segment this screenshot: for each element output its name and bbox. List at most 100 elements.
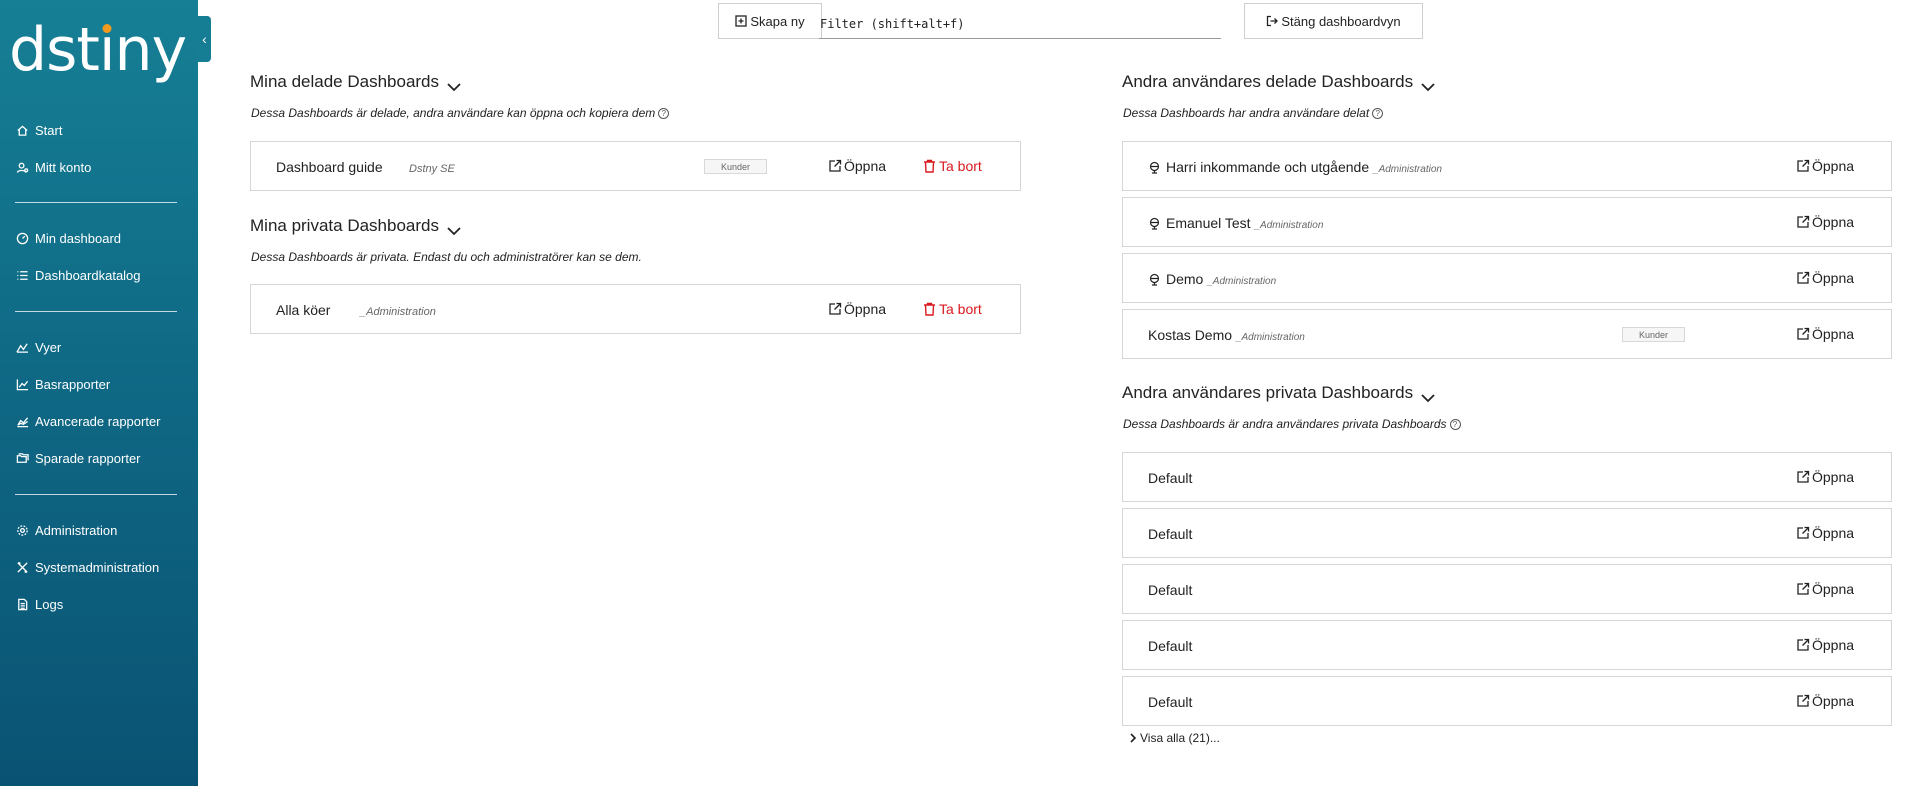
others-private-dashboards-heading[interactable]: Andra användares privata Dashboards [1122,383,1436,403]
logo-text-end: ny [114,15,188,85]
chevron-down-icon [1420,77,1436,92]
globe-icon [1148,217,1161,230]
dashboard-row: Demo _Administration Öppna [1122,253,1892,303]
section-title: Mina delade Dashboards [250,72,440,91]
sidebar-item-systemadministration[interactable]: Systemadministration [0,549,198,586]
sidebar-item-start[interactable]: Start [0,112,198,149]
chevron-left-icon: ‹ [202,31,207,47]
open-button[interactable]: Öppna [828,301,886,317]
logo-dot-letter: ı [99,14,116,86]
dashboard-row: Default Öppna [1122,676,1892,726]
sidebar-divider [15,494,177,495]
dashboard-owner: _Administration [1235,332,1305,343]
open-button[interactable]: Öppna [1796,326,1854,342]
open-button[interactable]: Öppna [1796,158,1854,174]
open-button[interactable]: Öppna [1796,581,1854,597]
dashboard-row: Harri inkommande och utgående _Administr… [1122,141,1892,191]
dashboard-owner: Dstny SE [409,163,455,175]
sidebar-collapse-button[interactable]: ‹ [198,16,211,62]
open-label: Öppna [1812,469,1855,485]
nav-group-admin: Administration Systemadministration Logs [0,512,198,623]
dashboard-name: Default [1148,526,1193,542]
delete-button[interactable]: Ta bort [923,301,982,317]
dashboard-name: Harri inkommande och utgående [1166,159,1370,175]
nav-group-account: Start Mitt konto [0,112,198,186]
open-label: Öppna [1812,525,1855,541]
sidebar-item-dashboardkatalog[interactable]: Dashboardkatalog [0,257,198,294]
open-button[interactable]: Öppna [828,158,886,174]
nav-group-dashboards: Min dashboard Dashboardkatalog [0,220,198,294]
dashboard-name: Demo [1166,271,1204,287]
open-button[interactable]: Öppna [1796,469,1854,485]
sidebar-divider [15,202,177,203]
dashboard-name-line: Emanuel Test _Administration [1148,215,1323,231]
external-link-icon [829,302,842,315]
open-label: Öppna [844,301,887,317]
section-title: Mina privata Dashboards [250,216,439,235]
open-label: Öppna [1812,326,1855,342]
dashboard-owner: _Administration [1207,276,1277,287]
sidebar-item-label: Basrapporter [35,377,111,392]
dashboard-name: Default [1148,638,1193,654]
my-private-dashboards-heading[interactable]: Mina privata Dashboards [250,216,462,236]
dashboard-owner: _Administration [1254,220,1324,231]
sidebar-item-sparade-rapporter[interactable]: Sparade rapporter [0,440,198,477]
open-button[interactable]: Öppna [1796,214,1854,230]
sidebar-item-administration[interactable]: Administration [0,512,198,549]
external-link-icon [1797,470,1810,483]
dashboard-owner: _Administration [1373,164,1442,175]
section-description: Dessa Dashboards är privata. Endast du o… [251,250,642,264]
sidebar-item-logs[interactable]: Logs [0,586,198,623]
filter-input[interactable] [819,9,1221,39]
external-link-icon [1797,638,1810,651]
help-icon[interactable]: ? [1372,107,1384,119]
sidebar-item-label: Vyer [35,340,62,355]
dashboard-owner: _Administration [360,306,436,318]
dashboard-name-line: Harri inkommande och utgående _Administr… [1148,159,1442,175]
dashboard-name: Kostas Demo [1148,327,1233,343]
group-badge: Kunder [1622,327,1685,342]
dstny-logo[interactable]: dstı ny [9,14,188,86]
section-description: Dessa Dashboards är delade, andra använd… [251,106,656,120]
group-badge: Kunder [704,159,767,174]
sidebar-item-label: Systemadministration [35,560,160,575]
sidebar-item-min-dashboard[interactable]: Min dashboard [0,220,198,257]
tools-icon [15,561,29,575]
open-label: Öppna [1812,214,1855,230]
others-shared-dashboards-description: Dessa Dashboards har andra användare del… [1123,106,1384,120]
sidebar-item-avancerade-rapporter[interactable]: Avancerade rapporter [0,403,198,440]
trash-icon [924,159,935,173]
help-icon[interactable]: ? [1449,418,1461,430]
open-button[interactable]: Öppna [1796,525,1854,541]
logo-orange-dot [102,24,112,33]
show-all-link[interactable]: Visa alla (21)... [1129,731,1220,745]
open-label: Öppna [1812,158,1855,174]
sidebar-divider [15,311,177,312]
external-link-icon [829,159,842,172]
section-description: Dessa Dashboards är andra användares pri… [1123,417,1447,431]
sidebar-item-label: Mitt konto [35,160,92,175]
sidebar-item-basrapporter[interactable]: Basrapporter [0,366,198,403]
dashboard-row: Default Öppna [1122,452,1892,502]
open-button[interactable]: Öppna [1796,270,1854,286]
dashboard-name: Default [1148,582,1193,598]
list-icon [15,269,29,283]
open-button[interactable]: Öppna [1796,637,1854,653]
section-title: Andra användares delade Dashboards [1122,72,1414,91]
create-new-button[interactable]: Skapa ny [718,3,822,39]
sidebar-item-mitt-konto[interactable]: Mitt konto [0,149,198,186]
delete-button[interactable]: Ta bort [923,158,982,174]
open-label: Öppna [844,158,887,174]
others-shared-dashboards-heading[interactable]: Andra användares delade Dashboards [1122,72,1436,92]
section-description: Dessa Dashboards har andra användare del… [1123,106,1370,120]
sidebar-item-label: Sparade rapporter [35,451,141,466]
my-shared-dashboards-heading[interactable]: Mina delade Dashboards [250,72,462,92]
open-button[interactable]: Öppna [1796,693,1854,709]
section-title: Andra användares privata Dashboards [1122,383,1414,402]
my-shared-dashboards-description: Dessa Dashboards är delade, andra använd… [251,106,670,120]
chevron-down-icon [446,221,462,236]
close-dashboard-view-button[interactable]: Stäng dashboardvyn [1244,3,1423,39]
help-icon[interactable]: ? [658,107,670,119]
sidebar-item-vyer[interactable]: Vyer [0,329,198,366]
external-link-icon [1797,582,1810,595]
